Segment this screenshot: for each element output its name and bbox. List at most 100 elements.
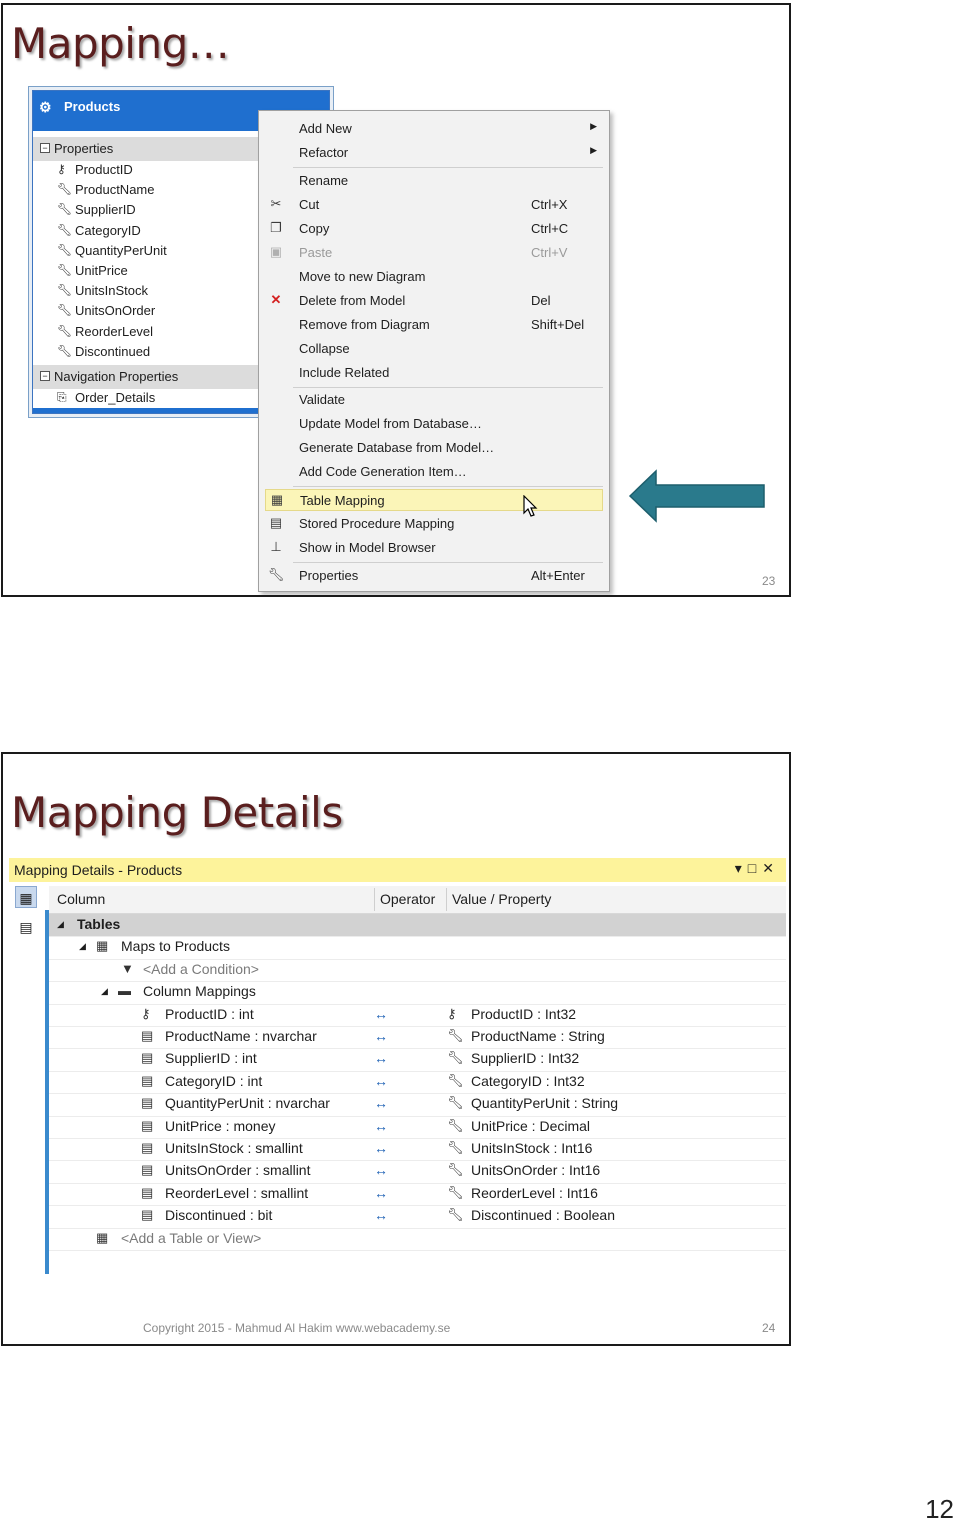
mapping-row[interactable]: ▤ QuantityPerUnit : nvarchar ↔ 🔧︎ QuantityPe… [49, 1093, 786, 1117]
mouse-cursor-icon [523, 495, 538, 517]
menu-shortcut: Alt+Enter [531, 568, 585, 583]
menu-properties[interactable]: 🔧︎ Properties Alt+Enter [259, 565, 609, 587]
column-icon: ▤ [141, 1072, 154, 1088]
key-icon: ⚷ [57, 162, 66, 176]
page-number: 12 [925, 1494, 954, 1524]
wrench-icon: 🔧︎ [57, 222, 73, 237]
menu-label: Delete from Model [299, 293, 406, 308]
menu-copy[interactable]: ❐ Copy Ctrl+C [259, 218, 609, 240]
column-icon: ▤ [141, 1117, 154, 1133]
column-mappings-node[interactable]: ◢ ▬ Column Mappings [49, 981, 786, 1005]
menu-sp-mapping[interactable]: ▤ Stored Procedure Mapping [259, 513, 609, 535]
dropdown-icon[interactable]: ▾ [735, 860, 748, 876]
wrench-icon: 🔧︎ [447, 1207, 464, 1223]
slide-number: 23 [762, 574, 776, 588]
maps-to-node[interactable]: ◢ ▦ Maps to Products [49, 936, 786, 960]
mapping-row[interactable]: ▤ SupplierID : int ↔ 🔧︎ SupplierID : Int32 [49, 1048, 786, 1072]
operator-header: Operator [380, 891, 436, 907]
add-table-label: <Add a Table or View> [121, 1229, 262, 1246]
operator-symbol: ↔ [374, 1184, 388, 1201]
mapping-row[interactable]: ▤ ReorderLevel : smallint ↔ 🔧︎ ReorderLevel … [49, 1183, 786, 1207]
function-mapping-tool-icon[interactable]: ▤ [15, 916, 37, 938]
operator-symbol: ↔ [374, 1005, 388, 1022]
entity-icon: ⚙ [39, 99, 52, 115]
menu-label: Remove from Diagram [299, 317, 430, 332]
menu-collapse[interactable]: Collapse [259, 338, 609, 360]
maximize-icon[interactable]: □ [748, 860, 762, 876]
menu-refactor[interactable]: Refactor ▶ [259, 142, 609, 164]
wrench-icon: 🔧︎ [267, 567, 285, 582]
mapping-row[interactable]: ▤ Discontinued : bit ↔ 🔧︎ Discontinued : Boo… [49, 1205, 786, 1229]
add-condition-node[interactable]: ▼ <Add a Condition> [49, 959, 786, 983]
mapping-row[interactable]: ⚷ ProductID : int ↔ ⚷ ProductID : Int32 [49, 1004, 786, 1027]
menu-rename[interactable]: Rename [259, 170, 609, 192]
menu-label: Show in Model Browser [299, 540, 436, 555]
wrench-icon: 🔧︎ [447, 1028, 464, 1043]
entity-title: Products [64, 99, 121, 114]
add-table-node[interactable]: ▦ <Add a Table or View> [49, 1228, 786, 1251]
column-label: UnitPrice : money [165, 1117, 276, 1134]
menu-include-related[interactable]: Include Related [259, 362, 609, 384]
submenu-arrow-icon: ▶ [590, 121, 597, 131]
mapping-row[interactable]: ▤ ProductName : nvarchar ↔ 🔧︎ ProductName : … [49, 1026, 786, 1050]
menu-paste[interactable]: ▣ Paste Ctrl+V [259, 242, 609, 264]
panel-window-buttons: ▾□✕ [735, 860, 780, 877]
panel-title: Mapping Details - Products [14, 862, 183, 878]
close-icon[interactable]: ✕ [762, 860, 780, 876]
property-label: QuantityPerUnit : String [471, 1095, 619, 1112]
slide-title: Mapping Details [11, 788, 343, 837]
tables-label: Tables [77, 916, 121, 932]
slide-mapping: Mapping… ⚙ Products ︿ − Properties ⚷Prod… [1, 3, 791, 597]
collapse-box-icon[interactable]: − [40, 370, 50, 381]
copy-icon: ❐ [270, 220, 282, 235]
wrench-icon: 🔧︎ [447, 1095, 464, 1111]
expand-triangle-icon[interactable]: ◢ [101, 986, 108, 997]
menu-label: Table Mapping [300, 493, 385, 508]
menu-shortcut: Shift+Del [531, 317, 585, 332]
wrench-icon: 🔧︎ [447, 1184, 464, 1200]
submenu-arrow-icon: ▶ [590, 145, 597, 155]
menu-separator [293, 167, 603, 168]
menu-validate[interactable]: Validate [259, 389, 609, 411]
operator-symbol: ↔ [374, 1117, 388, 1134]
mapping-row[interactable]: ▤ UnitPrice : money ↔ 🔧︎ UnitPrice : Decimal [49, 1116, 786, 1139]
menu-move-diagram[interactable]: Move to new Diagram [259, 266, 609, 288]
scissors-icon: ✂ [270, 196, 282, 211]
menu-generate-db[interactable]: Generate Database from Model… [259, 437, 609, 459]
menu-cut[interactable]: ✂ Cut Ctrl+X [259, 194, 609, 216]
mapping-row[interactable]: ▤ UnitsOnOrder : smallint ↔ 🔧︎ UnitsOnOrder … [49, 1160, 786, 1184]
menu-shortcut: Ctrl+V [531, 245, 568, 260]
grid-header: Column Operator Value / Property [49, 886, 786, 914]
mapping-details-panel: Mapping Details - Products ▾□✕ ▦ ▤ Colum… [9, 858, 786, 1274]
menu-label: Validate [299, 392, 346, 407]
operator-symbol: ↔ [374, 1140, 388, 1156]
property-label: SupplierID : Int32 [471, 1050, 580, 1067]
table-grid-icon: ▦ [270, 492, 284, 507]
nav-property-label: Order_Details [75, 389, 156, 405]
column-icon: ▤ [141, 1162, 154, 1178]
menu-show-browser[interactable]: ⊥ Show in Model Browser [259, 537, 609, 559]
stored-procedure-icon: ▤ [269, 515, 283, 530]
wrench-icon: 🔧︎ [447, 1162, 464, 1178]
expand-triangle-icon[interactable]: ◢ [57, 919, 64, 930]
menu-remove-diagram[interactable]: Remove from Diagram Shift+Del [259, 314, 609, 336]
add-condition-label: <Add a Condition> [143, 960, 259, 977]
mapping-row[interactable]: ▤ UnitsInStock : smallint ↔ 🔧︎ UnitsInStock … [49, 1138, 786, 1162]
menu-delete-model[interactable]: ✕ Delete from Model Del [259, 290, 609, 312]
expand-triangle-icon[interactable]: ◢ [79, 941, 86, 952]
column-label: ProductID : int [165, 1005, 254, 1022]
menu-table-mapping[interactable]: ▦ Table Mapping [265, 489, 603, 511]
maps-to-label: Maps to Products [121, 938, 230, 955]
table-mapping-tool-icon[interactable]: ▦ [15, 886, 37, 908]
wrench-icon: 🔧︎ [447, 1117, 464, 1133]
menu-separator [293, 562, 603, 563]
property-label: ReorderLevel [75, 323, 154, 339]
menu-add-new[interactable]: Add New ▶ [259, 118, 609, 140]
mapping-row[interactable]: ▤ CategoryID : int ↔ 🔧︎ CategoryID : Int32 [49, 1071, 786, 1095]
tables-node[interactable]: ◢ Tables [49, 914, 786, 938]
panel-toolbar: ▦ ▤ [9, 882, 45, 1274]
menu-update-model[interactable]: Update Model from Database… [259, 413, 609, 435]
menu-add-code-gen[interactable]: Add Code Generation Item… [259, 461, 609, 483]
column-label: QuantityPerUnit : nvarchar [165, 1095, 330, 1112]
collapse-box-icon[interactable]: − [40, 143, 50, 153]
